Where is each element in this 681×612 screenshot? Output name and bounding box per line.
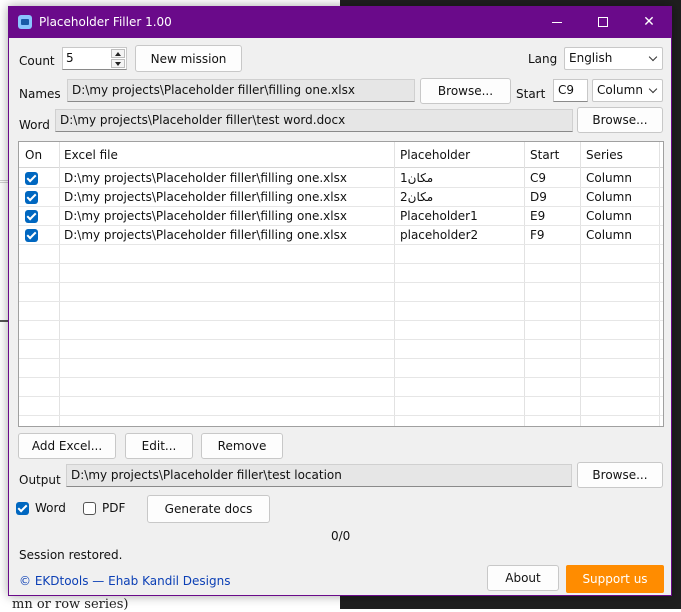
add-excel-button[interactable]: Add Excel... xyxy=(18,433,116,459)
column-header-on[interactable]: On xyxy=(25,148,42,162)
count-stepper[interactable]: 5 xyxy=(62,47,127,70)
row-placeholder: placeholder2 xyxy=(400,228,479,242)
edit-button[interactable]: Edit... xyxy=(125,433,193,459)
output-browse-button[interactable]: Browse... xyxy=(577,462,663,488)
about-button[interactable]: About xyxy=(487,565,559,591)
chevron-down-icon xyxy=(648,52,658,62)
generate-docs-button[interactable]: Generate docs xyxy=(147,495,270,523)
stepper-down-icon[interactable] xyxy=(111,59,125,68)
remove-button[interactable]: Remove xyxy=(201,433,283,459)
row-start: E9 xyxy=(530,209,546,223)
row-enabled-checkbox[interactable] xyxy=(25,191,38,204)
row-series: Column xyxy=(586,171,632,185)
row-divider xyxy=(19,320,663,321)
row-excel-file: D:\my projects\Placeholder filler\fillin… xyxy=(64,228,347,242)
table-row[interactable]: D:\my projects\Placeholder filler\fillin… xyxy=(19,226,663,245)
row-divider xyxy=(19,263,663,264)
chevron-down-icon xyxy=(648,84,658,94)
new-mission-button[interactable]: New mission xyxy=(135,45,242,72)
row-divider xyxy=(19,396,663,397)
row-series: Column xyxy=(586,209,632,223)
table-row[interactable]: D:\my projects\Placeholder filler\fillin… xyxy=(19,169,663,188)
lang-label: Lang xyxy=(528,52,558,66)
row-enabled-checkbox[interactable] xyxy=(25,172,38,185)
stepper-up-icon[interactable] xyxy=(111,49,125,58)
language-value: English xyxy=(569,51,613,65)
minimize-button[interactable] xyxy=(534,7,580,38)
column-header-placeholder[interactable]: Placeholder xyxy=(400,148,470,162)
column-header-excel-file[interactable]: Excel file xyxy=(64,148,118,162)
row-enabled-checkbox[interactable] xyxy=(25,210,38,223)
start-label: Start xyxy=(516,87,546,101)
mapping-table[interactable]: On Excel file Placeholder Start Series D… xyxy=(18,141,664,427)
close-button[interactable]: ✕ xyxy=(626,7,672,38)
app-icon xyxy=(18,15,32,29)
row-placeholder: مكان2 xyxy=(400,190,434,204)
language-select[interactable]: English xyxy=(564,47,663,70)
maximize-icon xyxy=(598,17,608,27)
close-icon: ✕ xyxy=(643,14,655,30)
row-divider xyxy=(19,339,663,340)
names-browse-button[interactable]: Browse... xyxy=(420,78,511,104)
minimize-icon xyxy=(552,22,562,23)
row-divider xyxy=(19,301,663,302)
word-browse-button[interactable]: Browse... xyxy=(577,107,663,133)
row-excel-file: D:\my projects\Placeholder filler\fillin… xyxy=(64,209,347,223)
background-document-text: mn or row series) xyxy=(12,597,129,612)
row-divider xyxy=(19,358,663,359)
pdf-option-label[interactable]: PDF xyxy=(102,501,125,515)
table-row[interactable]: D:\my projects\Placeholder filler\fillin… xyxy=(19,207,663,226)
count-value: 5 xyxy=(66,51,74,65)
row-start: F9 xyxy=(530,228,545,242)
title-bar[interactable]: Placeholder Filler 1.00 ✕ xyxy=(9,7,671,38)
column-header-start[interactable]: Start xyxy=(530,148,559,162)
word-path-field[interactable]: D:\my projects\Placeholder filler\test w… xyxy=(55,109,573,132)
status-message: Session restored. xyxy=(19,548,123,562)
support-us-button[interactable]: Support us xyxy=(566,565,664,593)
word-label: Word xyxy=(19,118,50,132)
start-cell-input[interactable]: C9 xyxy=(553,79,588,102)
pdf-checkbox[interactable] xyxy=(83,502,96,515)
column-header-series[interactable]: Series xyxy=(586,148,623,162)
row-placeholder: Placeholder1 xyxy=(400,209,478,223)
row-enabled-checkbox[interactable] xyxy=(25,229,38,242)
maximize-button[interactable] xyxy=(580,7,626,38)
row-excel-file: D:\my projects\Placeholder filler\fillin… xyxy=(64,171,347,185)
table-header: On Excel file Placeholder Start Series xyxy=(19,142,663,168)
row-placeholder: مكان1 xyxy=(400,171,434,185)
row-excel-file: D:\my projects\Placeholder filler\fillin… xyxy=(64,190,347,204)
row-start: C9 xyxy=(530,171,547,185)
row-divider xyxy=(19,377,663,378)
series-value: Column xyxy=(597,83,643,97)
progress-counter: 0/0 xyxy=(331,529,351,543)
row-divider xyxy=(19,415,663,416)
output-path-field[interactable]: D:\my projects\Placeholder filler\test l… xyxy=(66,464,572,487)
app-window: Placeholder Filler 1.00 ✕ Count 5 New mi… xyxy=(8,6,672,596)
series-select[interactable]: Column xyxy=(592,79,663,102)
row-start: D9 xyxy=(530,190,547,204)
word-checkbox[interactable] xyxy=(16,502,29,515)
row-divider xyxy=(19,282,663,283)
word-option-label[interactable]: Word xyxy=(35,501,66,515)
row-series: Column xyxy=(586,228,632,242)
row-series: Column xyxy=(586,190,632,204)
names-path-field[interactable]: D:\my projects\Placeholder filler\fillin… xyxy=(67,79,415,102)
table-row[interactable]: D:\my projects\Placeholder filler\fillin… xyxy=(19,188,663,207)
window-title: Placeholder Filler 1.00 xyxy=(39,15,172,29)
names-label: Names xyxy=(19,87,61,101)
count-label: Count xyxy=(19,54,55,68)
credit-link[interactable]: © EKDtools — Ehab Kandil Designs xyxy=(19,574,230,588)
output-label: Output xyxy=(19,473,61,487)
